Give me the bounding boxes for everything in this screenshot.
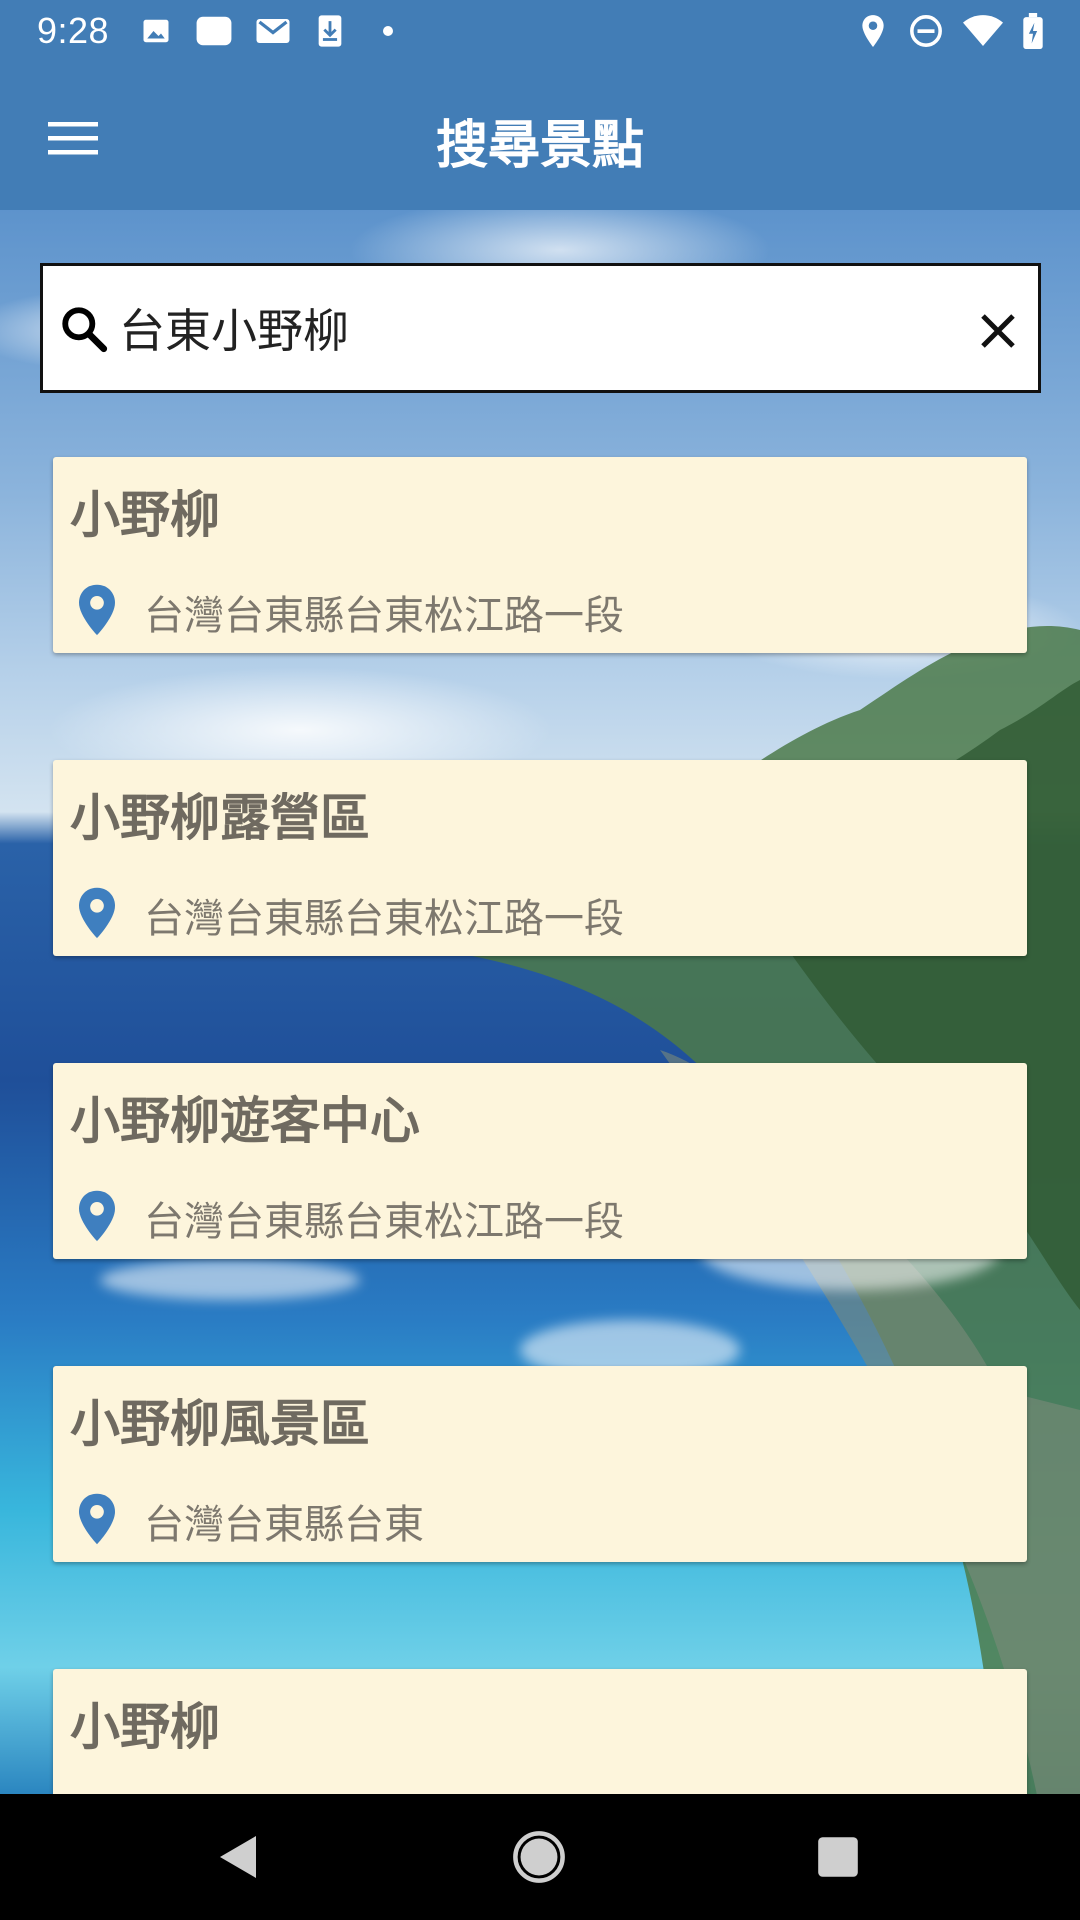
dot-icon bbox=[381, 14, 395, 48]
wifi-icon bbox=[962, 14, 1004, 48]
result-card[interactable]: 小野柳風景區 台灣台東縣台東 bbox=[53, 1366, 1027, 1562]
location-pin-icon bbox=[79, 1190, 115, 1242]
search-icon bbox=[62, 307, 108, 353]
result-title: 小野柳露營區 bbox=[70, 789, 370, 847]
result-card[interactable]: 小野柳 台灣台東縣台東松江路一段 bbox=[53, 457, 1027, 653]
recents-icon[interactable] bbox=[805, 1824, 871, 1890]
location-icon bbox=[858, 14, 888, 48]
result-title: 小野柳 bbox=[70, 486, 220, 544]
result-address: 台灣台東縣台東松江路一段 bbox=[144, 1199, 624, 1245]
location-pin-icon bbox=[79, 584, 115, 636]
result-card[interactable]: 小野柳遊客中心 台灣台東縣台東松江路一段 bbox=[53, 1063, 1027, 1259]
scenery-wave bbox=[100, 1260, 360, 1300]
home-icon[interactable] bbox=[506, 1824, 572, 1890]
result-address: 台灣台東縣台東松江路一段 bbox=[144, 593, 624, 639]
navigation-bar bbox=[0, 1794, 1080, 1920]
image-icon bbox=[140, 14, 172, 48]
result-title: 小野柳風景區 bbox=[70, 1395, 370, 1453]
location-pin-icon bbox=[79, 887, 115, 939]
do-not-disturb-icon bbox=[908, 14, 944, 48]
search-input[interactable] bbox=[119, 288, 919, 368]
result-title: 小野柳遊客中心 bbox=[70, 1092, 420, 1150]
download-icon bbox=[316, 14, 344, 48]
result-title: 小野柳 bbox=[70, 1698, 220, 1756]
close-icon[interactable] bbox=[963, 296, 1033, 366]
result-card[interactable]: 小野柳 bbox=[53, 1669, 1027, 1794]
result-address: 台灣台東縣台東松江路一段 bbox=[144, 896, 624, 942]
app-bar: 搜尋景點 bbox=[0, 63, 1080, 210]
status-bar: 9:28 bbox=[0, 0, 1080, 63]
search-box bbox=[40, 263, 1041, 393]
result-address: 台灣台東縣台東 bbox=[144, 1502, 424, 1548]
back-icon[interactable] bbox=[205, 1824, 271, 1890]
battery-icon bbox=[1022, 13, 1044, 49]
result-card[interactable]: 小野柳露營區 台灣台東縣台東松江路一段 bbox=[53, 760, 1027, 956]
location-pin-icon bbox=[79, 1493, 115, 1545]
gmail-icon bbox=[254, 14, 292, 48]
search-results-area[interactable]: 小野柳 台灣台東縣台東松江路一段 小野柳露營區 台灣台東縣台東松江路一段 小野柳… bbox=[0, 210, 1080, 1794]
cloud-icon bbox=[194, 14, 234, 48]
status-time: 9:28 bbox=[37, 10, 110, 51]
page-title: 搜尋景點 bbox=[435, 116, 644, 176]
